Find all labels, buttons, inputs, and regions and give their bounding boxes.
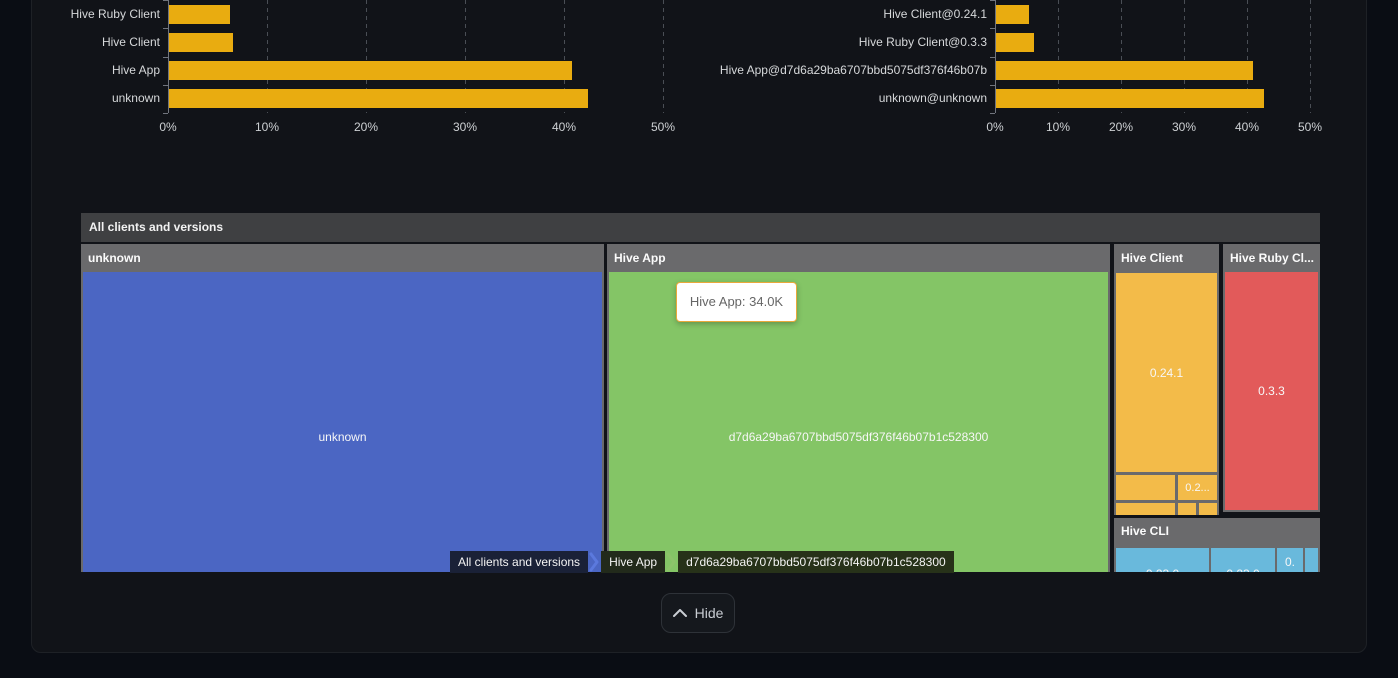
treemap-section-header[interactable]: Hive Ruby Cl... xyxy=(1223,244,1320,272)
gridline xyxy=(663,0,664,113)
treemap-block-label: 0. xyxy=(1277,555,1303,569)
treemap-root-header[interactable]: All clients and versions xyxy=(81,213,1320,242)
bar[interactable] xyxy=(169,89,588,108)
treemap-block[interactable]: 0.24.1 xyxy=(1116,273,1217,472)
axis-tick xyxy=(163,57,168,58)
bar[interactable] xyxy=(996,61,1253,80)
axis-tick xyxy=(163,85,168,86)
treemap: All clients and versions unknown unknown… xyxy=(81,213,1320,572)
treemap-block[interactable]: 0.23.0 xyxy=(1116,548,1209,572)
treemap-block[interactable]: 0.23.0 xyxy=(1211,548,1275,572)
category-label: unknown@unknown xyxy=(700,89,987,108)
category-label: Hive Client xyxy=(0,33,160,52)
x-tick: 50% xyxy=(641,120,685,134)
axis-tick xyxy=(990,0,995,1)
category-label: Hive App xyxy=(0,61,160,80)
treemap-block-label: 0.3.3 xyxy=(1258,384,1285,398)
chevron-right-icon xyxy=(665,551,678,573)
breadcrumb-item-hive-app[interactable]: Hive App xyxy=(601,551,665,573)
x-tick: 50% xyxy=(1288,120,1332,134)
bar[interactable] xyxy=(169,33,233,52)
treemap-block[interactable]: 0. xyxy=(1277,548,1303,572)
bar[interactable] xyxy=(996,33,1034,52)
hide-button-label: Hide xyxy=(695,605,724,621)
x-tick: 30% xyxy=(1162,120,1206,134)
axis-tick xyxy=(163,0,168,1)
dashboard-page: Hive Ruby Client Hive Client Hive App un… xyxy=(0,0,1398,678)
treemap-block[interactable] xyxy=(1116,475,1175,500)
treemap-block[interactable] xyxy=(1178,503,1196,515)
treemap-section-unknown: unknown unknown xyxy=(81,244,604,572)
x-tick: 10% xyxy=(245,120,289,134)
treemap-section-header[interactable]: Hive CLI xyxy=(1114,518,1320,545)
treemap-block[interactable]: 0.3.3 xyxy=(1225,272,1318,510)
treemap-section-hive-ruby-client: Hive Ruby Cl... 0.3.3 xyxy=(1223,244,1320,512)
treemap-block-label: 0.23.0 xyxy=(1211,567,1275,572)
axis-tick xyxy=(990,85,995,86)
hide-button[interactable]: Hide xyxy=(661,593,735,633)
category-label: Hive Ruby Client xyxy=(0,5,160,24)
chevron-up-icon xyxy=(673,609,687,617)
x-tick: 0% xyxy=(146,120,190,134)
treemap-block-label: unknown xyxy=(318,430,366,444)
x-tick: 20% xyxy=(1099,120,1143,134)
category-label: Hive Client@0.24.1 xyxy=(700,5,987,24)
gridline xyxy=(1310,0,1311,113)
treemap-section-hive-cli: Hive CLI 0.23.0 0.23.0 0. xyxy=(1114,518,1320,572)
treemap-block[interactable] xyxy=(1305,548,1318,572)
axis-tick xyxy=(163,28,168,29)
treemap-section-header[interactable]: Hive Client xyxy=(1114,244,1219,272)
treemap-block[interactable]: unknown xyxy=(83,272,602,572)
x-tick: 30% xyxy=(443,120,487,134)
chevron-right-icon xyxy=(588,551,601,573)
treemap-block[interactable] xyxy=(1116,503,1175,515)
x-tick: 20% xyxy=(344,120,388,134)
x-tick: 10% xyxy=(1036,120,1080,134)
axis-tick xyxy=(163,113,168,114)
axis-tick xyxy=(990,28,995,29)
treemap-block[interactable] xyxy=(1199,503,1217,515)
bar[interactable] xyxy=(169,61,572,80)
x-tick: 0% xyxy=(973,120,1017,134)
axis-tick xyxy=(990,57,995,58)
bar[interactable] xyxy=(996,89,1264,108)
x-tick: 40% xyxy=(542,120,586,134)
category-label: unknown xyxy=(0,89,160,108)
x-tick: 40% xyxy=(1225,120,1269,134)
breadcrumb-item-version-hash[interactable]: d7d6a29ba6707bbd5075df376f46b07b1c528300 xyxy=(678,551,954,573)
treemap-breadcrumb: All clients and versions Hive App d7d6a2… xyxy=(450,551,954,573)
chart-tooltip: Hive App: 34.0K xyxy=(676,282,797,322)
bar[interactable] xyxy=(996,5,1029,24)
treemap-section-hive-client: Hive Client 0.24.1 0.2... xyxy=(1114,244,1219,515)
treemap-block[interactable]: 0.2... xyxy=(1178,475,1217,500)
treemap-block-label: d7d6a29ba6707bbd5075df376f46b07b1c528300 xyxy=(729,430,989,444)
treemap-block-label: 0.24.1 xyxy=(1150,366,1183,380)
axis-tick xyxy=(990,113,995,114)
treemap-section-header[interactable]: Hive App xyxy=(607,244,1110,272)
bar[interactable] xyxy=(169,5,230,24)
category-label: Hive Ruby Client@0.3.3 xyxy=(700,33,987,52)
treemap-block-label: 0.2... xyxy=(1185,482,1209,494)
treemap-block-label: 0.23.0 xyxy=(1116,567,1209,572)
breadcrumb-item-root[interactable]: All clients and versions xyxy=(450,551,588,573)
treemap-section-header[interactable]: unknown xyxy=(81,244,604,272)
category-label: Hive App@d7d6a29ba6707bbd5075df376f46b07… xyxy=(700,61,987,80)
